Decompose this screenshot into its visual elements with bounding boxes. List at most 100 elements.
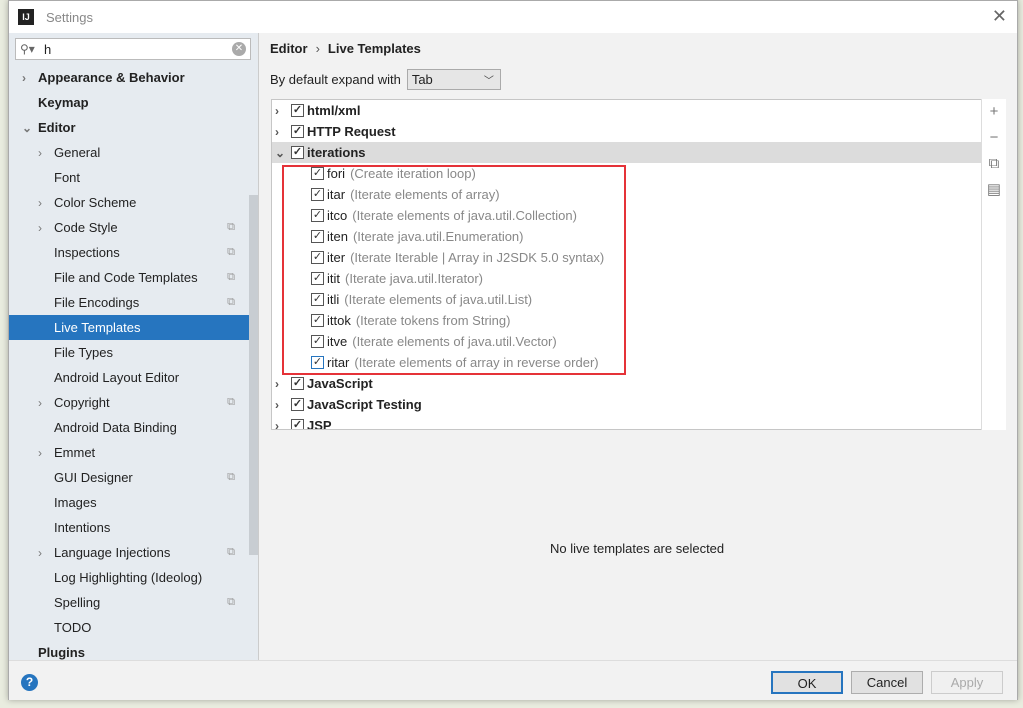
add-icon[interactable]: + [982,99,1006,125]
sidebar-item-file-and-code-templates[interactable]: File and Code Templates ⧉ [9,265,249,290]
sidebar-item-spelling[interactable]: Spelling ⧉ [9,590,249,615]
sidebar-item-label: GUI Designer [54,470,133,485]
template-group[interactable]: ⌄ ✓ iterations [272,142,1005,163]
edit-icon[interactable]: ▤ [982,177,1006,203]
checkbox[interactable]: ✓ [291,146,304,159]
clear-search-icon[interactable]: ✕ [232,42,246,56]
checkbox[interactable]: ✓ [311,314,324,327]
checkbox[interactable]: ✓ [291,398,304,411]
chevron-right-icon[interactable]: › [275,419,279,430]
template-item[interactable]: ✓ itco (Iterate elements of java.util.Coll… [272,205,1005,226]
template-description: (Iterate java.util.Iterator) [345,271,483,286]
checkbox[interactable]: ✓ [311,188,324,201]
footer: ? OK Cancel Apply [9,660,1017,700]
template-name: html/xml [307,103,361,118]
template-item[interactable]: ✓ fori (Create iteration loop) [272,163,1005,184]
checkbox[interactable]: ✓ [311,272,324,285]
sidebar-item-intentions[interactable]: Intentions [9,515,249,540]
help-icon[interactable]: ? [21,674,38,691]
cancel-button[interactable]: Cancel [851,671,923,694]
chevron-down-icon[interactable]: ⌄ [275,146,285,160]
template-group[interactable]: › ✓ HTTP Request [272,121,1005,142]
chevron-right-icon[interactable]: › [275,125,279,139]
checkbox[interactable]: ✓ [311,209,324,222]
template-item[interactable]: ✓ ittok (Iterate tokens from String) [272,310,1005,331]
chevron-right-icon[interactable]: › [38,396,42,410]
template-item[interactable]: ✓ itit (Iterate java.util.Iterator) [272,268,1005,289]
sidebar-item-todo[interactable]: TODO [9,615,249,640]
sidebar-item-color-scheme[interactable]: › Color Scheme [9,190,249,215]
chevron-right-icon[interactable]: › [38,196,42,210]
template-name: itco [327,208,348,223]
chevron-right-icon[interactable]: › [38,221,42,235]
sidebar-item-gui-designer[interactable]: GUI Designer ⧉ [9,465,249,490]
apply-button[interactable]: Apply [931,671,1003,694]
sidebar-item-copyright[interactable]: › Copyright ⧉ [9,390,249,415]
chevron-right-icon[interactable]: › [275,377,279,391]
sidebar-item-label: Editor [38,120,76,135]
template-group[interactable]: › ✓ html/xml [272,100,1005,121]
project-scope-icon: ⧉ [227,221,235,233]
template-description: (Iterate java.util.Enumeration) [352,229,524,244]
breadcrumb-parent: Editor [270,41,308,56]
chevron-right-icon[interactable]: › [38,146,42,160]
sidebar-item-file-encodings[interactable]: File Encodings ⧉ [9,290,249,315]
sidebar-item-editor[interactable]: ⌄ Editor [9,115,249,140]
chevron-right-icon[interactable]: › [38,546,42,560]
template-group[interactable]: › ✓ JavaScript Testing [272,394,1005,415]
checkbox[interactable]: ✓ [311,356,324,369]
chevron-down-icon[interactable]: ⌄ [22,121,32,135]
checkbox[interactable]: ✓ [311,251,324,264]
template-name: iten [327,229,348,244]
sidebar-item-code-style[interactable]: › Code Style ⧉ [9,215,249,240]
checkbox[interactable]: ✓ [291,104,304,117]
template-item[interactable]: ✓ itar (Iterate elements of array) [272,184,1005,205]
sidebar-item-language-injections[interactable]: › Language Injections ⧉ [9,540,249,565]
template-group[interactable]: › ✓ JavaScript [272,373,1005,394]
sidebar-item-images[interactable]: Images [9,490,249,515]
close-icon[interactable]: ✕ [992,6,1007,27]
sidebar-scrollbar[interactable] [249,195,258,555]
sidebar-item-font[interactable]: Font [9,165,249,190]
sidebar-item-file-types[interactable]: File Types [9,340,249,365]
template-item[interactable]: ✓ itve (Iterate elements of java.util.Vect… [272,331,1005,352]
checkbox[interactable]: ✓ [311,167,324,180]
template-description: (Create iteration loop) [350,166,476,181]
checkbox[interactable]: ✓ [311,230,324,243]
sidebar-item-plugins[interactable]: Plugins [9,640,249,660]
template-item[interactable]: ✓ iten (Iterate java.util.Enumeration) [272,226,1005,247]
chevron-right-icon[interactable]: › [275,104,279,118]
checkbox[interactable]: ✓ [311,293,324,306]
templates-tree: › ✓ html/xml › ✓ HTTP Request ⌄ ✓ iterations ✓ for… [271,99,1006,430]
checkbox[interactable]: ✓ [311,335,324,348]
template-item[interactable]: ✓ ritar (Iterate elements of array in reve… [272,352,1005,373]
search-input[interactable]: ⚲▾ h ✕ [15,38,251,60]
chevron-right-icon[interactable]: › [38,446,42,460]
chevron-right-icon[interactable]: › [275,398,279,412]
checkbox[interactable]: ✓ [291,125,304,138]
sidebar-item-appearance-behavior[interactable]: › Appearance & Behavior [9,65,249,90]
sidebar-item-label: Android Data Binding [54,420,177,435]
sidebar-item-keymap[interactable]: Keymap [9,90,249,115]
remove-icon[interactable]: − [982,125,1006,151]
expand-key-select[interactable]: Tab ﹀ [406,69,501,90]
ok-button[interactable]: OK [771,671,843,694]
sidebar-item-android-data-binding[interactable]: Android Data Binding [9,415,249,440]
checkbox[interactable]: ✓ [291,377,304,390]
template-item[interactable]: ✓ itli (Iterate elements of java.util.List… [272,289,1005,310]
template-item[interactable]: ✓ iter (Iterate Iterable | Array in J2SDK … [272,247,1005,268]
sidebar-item-inspections[interactable]: Inspections ⧉ [9,240,249,265]
project-scope-icon: ⧉ [227,396,235,408]
expand-with-row: By default expand with Tab ﹀ [270,69,501,90]
project-scope-icon: ⧉ [227,546,235,558]
sidebar-item-log-highlighting-ideolog-[interactable]: Log Highlighting (Ideolog) [9,565,249,590]
chevron-right-icon[interactable]: › [22,71,26,85]
sidebar-item-live-templates[interactable]: Live Templates [9,315,249,340]
sidebar-item-emmet[interactable]: › Emmet [9,440,249,465]
sidebar-item-android-layout-editor[interactable]: Android Layout Editor [9,365,249,390]
template-name: JavaScript [307,376,373,391]
checkbox[interactable]: ✓ [291,419,304,429]
sidebar-item-general[interactable]: › General [9,140,249,165]
copy-icon[interactable]: ⧉ [982,151,1006,177]
template-group[interactable]: › ✓ JSP [272,415,1005,430]
